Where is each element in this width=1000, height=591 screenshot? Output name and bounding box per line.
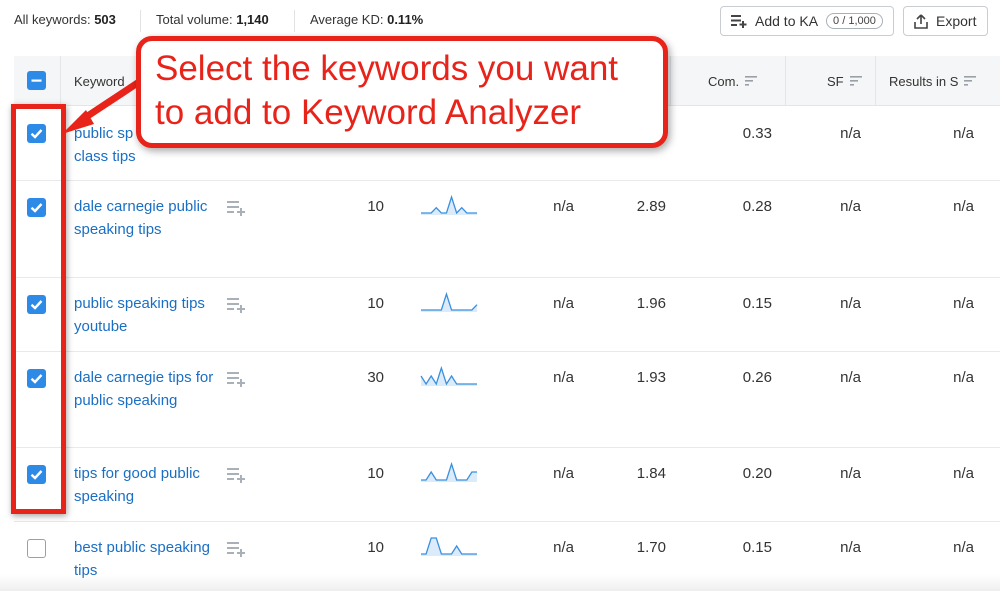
add-list-icon (731, 14, 747, 28)
sparkline-area (421, 368, 477, 386)
ka-count-badge: 0 / 1,000 (826, 13, 883, 29)
sf-cell: n/a (840, 198, 861, 215)
keyword-link[interactable]: public speaking tips youtube (74, 292, 224, 338)
sort-icon[interactable] (849, 76, 862, 86)
sparkline-area (421, 538, 477, 556)
export-label: Export (936, 13, 977, 29)
average-kd-value: 0.11% (387, 12, 424, 27)
volume-cell: 10 (367, 539, 384, 556)
sf-column-label: SF (827, 73, 844, 89)
sf-cell: n/a (840, 539, 861, 556)
add-to-list-icon[interactable] (227, 541, 247, 562)
com-cell: 0.33 (742, 125, 772, 142)
kd-cell: n/a (553, 295, 574, 312)
keyword-link[interactable]: dale carnegie public speaking tips (74, 195, 224, 241)
column-divider (785, 56, 786, 106)
add-to-list-icon[interactable] (227, 371, 247, 392)
volume-cell: 30 (367, 369, 384, 386)
annotation-text: Select the keywords you want to add to K… (155, 47, 618, 135)
sf-cell: n/a (840, 125, 861, 142)
sf-cell: n/a (840, 465, 861, 482)
results-cell: n/a (953, 539, 974, 556)
kd-cell: n/a (553, 465, 574, 482)
sort-icon[interactable] (745, 76, 758, 86)
add-to-ka-label: Add to KA (755, 13, 819, 29)
average-kd-stat: Average KD: 0.11% (310, 12, 423, 27)
annotation-callout: Select the keywords you want to add to K… (136, 36, 668, 148)
results-cell: n/a (953, 198, 974, 215)
table-row[interactable]: public speaking tips youtube 10 n/a 1.96… (14, 278, 1000, 352)
add-to-ka-button[interactable]: Add to KA 0 / 1,000 (720, 6, 894, 36)
cpc-cell: 1.96 (636, 295, 666, 312)
results-cell: n/a (953, 295, 974, 312)
results-cell: n/a (953, 369, 974, 386)
com-cell: 0.26 (742, 369, 772, 386)
trend-sparkline (421, 194, 477, 215)
cpc-cell: 1.70 (636, 539, 666, 556)
annotation-line: Select the keywords you want (155, 49, 619, 88)
divider (294, 10, 295, 32)
column-header-com[interactable]: Com. (708, 56, 758, 106)
sort-icon[interactable] (964, 76, 977, 86)
results-cell: n/a (953, 125, 974, 142)
column-divider (670, 56, 671, 106)
average-kd-label: Average KD: (310, 12, 384, 27)
annotation-line: to add to Keyword Analyzer (155, 93, 582, 132)
total-volume-value: 1,140 (236, 12, 269, 27)
com-column-label: Com. (708, 73, 740, 89)
cpc-cell: 1.93 (636, 369, 666, 386)
com-cell: 0.15 (742, 539, 772, 556)
volume-cell: 10 (367, 198, 384, 215)
trend-sparkline (421, 537, 477, 556)
trend-sparkline (420, 365, 477, 386)
com-cell: 0.20 (742, 465, 772, 482)
cpc-cell: 1.84 (636, 465, 666, 482)
results-cell: n/a (953, 465, 974, 482)
keyword-link[interactable]: dale carnegie tips for public speaking (74, 366, 224, 412)
table-row[interactable]: tips for good public speaking 10 n/a 1.8… (14, 448, 1000, 522)
add-to-list-icon[interactable] (227, 200, 247, 221)
table-row[interactable]: dale carnegie tips for public speaking 3… (14, 352, 1000, 448)
export-icon (914, 13, 928, 29)
sf-cell: n/a (840, 295, 861, 312)
add-to-list-icon[interactable] (227, 467, 247, 488)
trend-sparkline (421, 291, 478, 312)
kd-cell: n/a (553, 539, 574, 556)
results-column-label: Results in S (889, 73, 959, 89)
table-row[interactable]: dale carnegie public speaking tips 10 n/… (14, 181, 1000, 278)
column-divider (875, 56, 876, 106)
sf-cell: n/a (840, 369, 861, 386)
com-cell: 0.28 (742, 198, 772, 215)
volume-cell: 10 (367, 465, 384, 482)
cpc-cell: 2.89 (636, 198, 666, 215)
kd-cell: n/a (553, 369, 574, 386)
kd-cell: n/a (553, 198, 574, 215)
row-checkbox[interactable] (27, 539, 46, 558)
column-header-results[interactable]: Results in S (889, 56, 988, 106)
export-button[interactable]: Export (903, 6, 988, 36)
keyword-link[interactable]: tips for good public speaking (74, 462, 224, 508)
annotation-highlight-frame (11, 104, 66, 514)
volume-cell: 10 (367, 295, 384, 312)
trend-sparkline (421, 461, 477, 482)
column-header-sf[interactable]: SF (827, 56, 862, 106)
com-cell: 0.15 (742, 295, 772, 312)
add-to-list-icon[interactable] (227, 297, 247, 318)
scroll-fade (0, 575, 1000, 591)
